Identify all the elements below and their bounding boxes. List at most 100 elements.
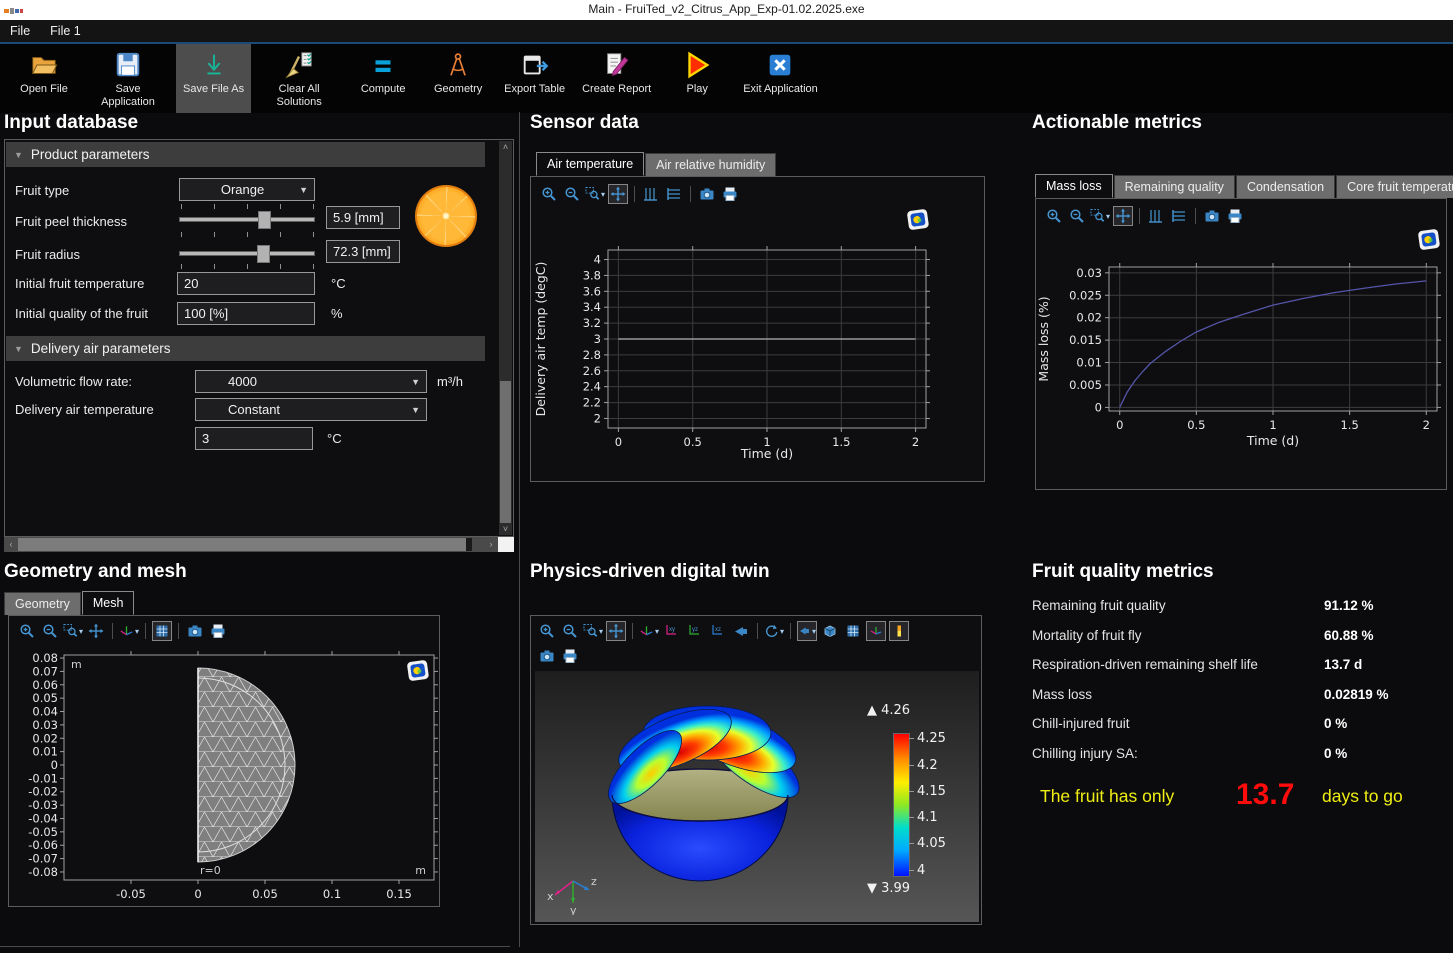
fit-icon[interactable]	[86, 621, 106, 641]
metrics-tab-mass-loss[interactable]: Mass loss	[1035, 174, 1113, 198]
zoom-box-icon[interactable]: ▾	[63, 621, 83, 641]
scroll-down-icon[interactable]: ˅	[499, 524, 512, 534]
vertical-scrollbar[interactable]: ˄ ˅	[499, 141, 512, 535]
delivery-air-section-header[interactable]: ▼ Delivery air parameters	[6, 336, 485, 361]
grid-y-icon[interactable]	[1146, 206, 1166, 226]
flow-rate-label: Volumetric flow rate:	[15, 374, 132, 389]
speaker-icon[interactable]: ▾	[797, 621, 817, 641]
menu-file-1[interactable]: File 1	[40, 22, 91, 40]
flow-rate-dropdown[interactable]: 4000 ▼	[195, 370, 427, 393]
fit-icon[interactable]	[1113, 206, 1133, 226]
air-temp-value-input[interactable]: 3	[195, 427, 313, 450]
slider-handle[interactable]	[257, 245, 270, 263]
create-report-button[interactable]: Create Report	[575, 44, 658, 113]
scroll-right-icon[interactable]: ›	[486, 539, 496, 549]
sensor-tab-air-relative-humidity[interactable]: Air relative humidity	[645, 153, 776, 176]
zoom-box-icon[interactable]: ▾	[1090, 206, 1110, 226]
zoom-box-icon[interactable]: ▾	[583, 621, 603, 641]
twin-3d-viewport[interactable]: ▲ 4.264.254.24.154.14.054▼ 3.99 x y z	[535, 671, 979, 922]
zoom-out-icon[interactable]	[562, 184, 582, 204]
triad-icon[interactable]: ▾	[119, 621, 139, 641]
fit-icon[interactable]	[606, 621, 626, 641]
rotate-icon[interactable]: ▾	[764, 621, 784, 641]
geo-tab-mesh[interactable]: Mesh	[82, 591, 135, 615]
exit-application-button[interactable]: Exit Application	[736, 44, 825, 113]
slider-handle[interactable]	[258, 211, 271, 229]
zoom-in-icon[interactable]	[17, 621, 37, 641]
camera-icon[interactable]	[1202, 206, 1222, 226]
metrics-tab-remaining-quality[interactable]: Remaining quality	[1114, 175, 1235, 198]
menu-file[interactable]: File	[0, 22, 40, 40]
save-application-button[interactable]: Save Application	[83, 44, 173, 113]
toolbar-separator	[690, 186, 691, 202]
mesh-plot-canvas[interactable]: 0.080.070.060.050.040.030.020.010-0.01-0…	[9, 647, 441, 907]
legend-color-bar	[893, 733, 910, 877]
slider-ticks	[181, 264, 315, 269]
view-yz-icon[interactable]: yz	[685, 621, 705, 641]
save-file-as-button[interactable]: Save File As	[176, 44, 251, 113]
legend-bar-icon[interactable]	[889, 621, 909, 641]
play-button[interactable]: Play	[661, 44, 733, 113]
zoom-out-icon[interactable]	[40, 621, 60, 641]
metric-value-respiration-driven-remaining-shelf-life: 13.7 d	[1324, 657, 1362, 672]
toolbar-button-label: Exit Application	[743, 83, 818, 96]
fruit-radius-slider[interactable]	[179, 245, 315, 261]
export-table-button[interactable]: Export Table	[497, 44, 572, 113]
print-icon[interactable]	[720, 184, 740, 204]
cube-icon[interactable]	[820, 621, 840, 641]
metrics-tab-condensation[interactable]: Condensation	[1236, 175, 1335, 198]
triad-icon[interactable]: ▾	[639, 621, 659, 641]
persp-icon[interactable]	[731, 621, 751, 641]
legend-min-value: ▼ 3.99	[867, 881, 910, 896]
clear-all-solutions-button[interactable]: Clear All Solutions	[254, 44, 344, 113]
mass-loss-chart-canvas[interactable]: 00.0050.010.0150.020.0250.0300.511.52Tim…	[1036, 233, 1448, 485]
initial-temp-input[interactable]: 20	[177, 272, 315, 295]
zoom-in-icon[interactable]	[1044, 206, 1064, 226]
grid-x-icon[interactable]	[1169, 206, 1189, 226]
print-icon[interactable]	[560, 646, 580, 666]
quality-metric-row: Remaining fruit quality91.12 %	[1032, 591, 1444, 621]
zoom-in-icon[interactable]	[537, 621, 557, 641]
initial-quality-input[interactable]: 100 [%]	[177, 302, 315, 325]
scroll-left-icon[interactable]: ‹	[6, 539, 16, 549]
peel-thickness-slider[interactable]	[179, 211, 315, 227]
camera-icon[interactable]	[697, 184, 717, 204]
grid-y-icon[interactable]	[641, 184, 661, 204]
view-xy-icon[interactable]: xy	[662, 621, 682, 641]
svg-text:m: m	[415, 864, 426, 877]
product-parameters-section-header[interactable]: ▼ Product parameters	[6, 142, 485, 167]
fruit-radius-value[interactable]: 72.3 [mm]	[326, 240, 400, 263]
view-xz-icon[interactable]: xz	[708, 621, 728, 641]
grid-x-icon[interactable]	[664, 184, 684, 204]
geo-tab-geometry[interactable]: Geometry	[4, 592, 81, 615]
peel-thickness-value[interactable]: 5.9 [mm]	[326, 206, 400, 229]
sensor-chart-canvas[interactable]: 22.22.42.62.833.23.43.63.8400.511.52Time…	[531, 210, 986, 482]
scrollbar-thumb[interactable]	[18, 538, 466, 551]
axes-mini-icon[interactable]	[866, 621, 886, 641]
geometry-button[interactable]: Geometry	[422, 44, 494, 113]
scrollbar-thumb[interactable]	[500, 381, 511, 523]
sensor-tab-air-temperature[interactable]: Air temperature	[536, 152, 644, 176]
fit-icon[interactable]	[608, 184, 628, 204]
sensor-data-tabbar: Air temperatureAir relative humidity	[536, 153, 777, 176]
svg-text:0.01: 0.01	[1076, 356, 1102, 370]
zoom-out-icon[interactable]	[1067, 206, 1087, 226]
print-icon[interactable]	[208, 621, 228, 641]
air-temp-mode-dropdown[interactable]: Constant ▼	[195, 398, 427, 421]
fruit-type-dropdown[interactable]: Orange ▼	[179, 178, 315, 201]
compute-button[interactable]: Compute	[347, 44, 419, 113]
print-icon[interactable]	[1225, 206, 1245, 226]
legend-tick-label: 4.2	[917, 758, 938, 773]
metrics-tab-core-fruit-temperature[interactable]: Core fruit temperature	[1336, 175, 1453, 198]
camera-icon[interactable]	[537, 646, 557, 666]
scroll-up-icon[interactable]: ˄	[499, 142, 512, 152]
camera-icon[interactable]	[185, 621, 205, 641]
zoom-in-icon[interactable]	[539, 184, 559, 204]
zoom-out-icon[interactable]	[560, 621, 580, 641]
grid-square-icon[interactable]	[152, 621, 172, 641]
grid-square-icon[interactable]	[843, 621, 863, 641]
zoom-box-icon[interactable]: ▾	[585, 184, 605, 204]
open-file-button[interactable]: Open File	[8, 44, 80, 113]
horizontal-scrollbar[interactable]: ‹ ›	[4, 537, 498, 552]
chevron-down-icon: ▾	[79, 627, 83, 636]
